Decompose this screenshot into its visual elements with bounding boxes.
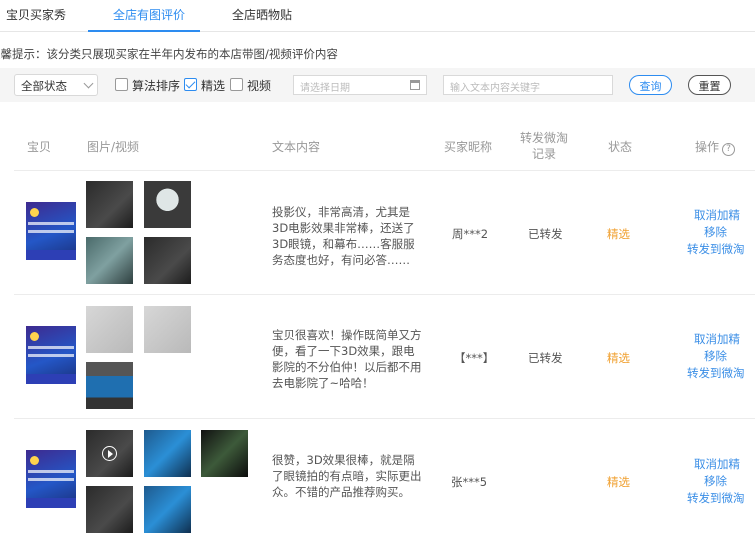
query-button[interactable]: 查询 <box>629 75 672 95</box>
keyword-input[interactable]: 输入文本内容关键字 <box>443 75 613 95</box>
review-text: 宝贝很喜欢！操作既简单又方便，看了一下3D效果，跟电影院的不分伯仲！以后都不用去… <box>272 328 422 390</box>
status-select[interactable]: 全部状态 <box>14 74 98 96</box>
product-thumb-bar <box>28 478 74 481</box>
date-picker-input[interactable]: 请选择日期 <box>293 75 427 95</box>
status-badge: 精选 <box>607 475 630 489</box>
col-header-status: 状态 <box>608 140 633 154</box>
featured-checkbox[interactable] <box>184 78 197 91</box>
col-header-media: 图片/视频 <box>87 140 140 154</box>
buyer-nickname: 【***】 <box>454 351 495 365</box>
algo-sort-checkbox[interactable] <box>115 78 128 91</box>
review-photo[interactable] <box>144 237 191 284</box>
product-thumb-footer <box>26 498 76 508</box>
unfeature-link[interactable]: 取消加精 <box>694 456 740 473</box>
product-thumb-footer <box>26 374 76 384</box>
forward-to-weitao-link[interactable]: 转发到微淘 <box>687 490 745 507</box>
product-thumb-bar <box>28 230 74 233</box>
col-header-forward: 转发微淘 记录 <box>514 130 574 162</box>
review-photo[interactable] <box>144 430 191 477</box>
col-header-text: 文本内容 <box>272 140 321 154</box>
product-thumb-bar <box>28 354 74 357</box>
tab-store-posts[interactable]: 全店晒物贴 <box>232 6 292 23</box>
product-thumb-dot <box>30 332 39 341</box>
video-checkbox[interactable] <box>230 78 243 91</box>
tab-buyer-show[interactable]: 宝贝买家秀 <box>6 6 66 23</box>
col-header-forward-line2: 记录 <box>531 147 556 161</box>
remove-link[interactable]: 移除 <box>704 473 727 490</box>
buyer-nickname: 周***2 <box>452 227 489 241</box>
forward-to-weitao-link[interactable]: 转发到微淘 <box>687 241 745 258</box>
tab-bar: 宝贝买家秀 全店有图评价 全店晒物贴 <box>0 0 755 32</box>
status-badge: 精选 <box>607 227 630 241</box>
col-header-actions-label: 操作 <box>695 140 720 154</box>
tab-store-photo-reviews[interactable]: 全店有图评价 <box>113 6 185 23</box>
forward-record: 已转发 <box>528 351 563 365</box>
review-photo[interactable] <box>86 237 133 284</box>
review-photo[interactable] <box>144 486 191 533</box>
filter-bar: 全部状态 算法排序 精选 视频 请选择日期 输入文本内容关键字 查询 重置 <box>0 68 755 102</box>
row-divider <box>14 418 755 419</box>
review-photo[interactable] <box>86 362 133 409</box>
forward-to-weitao-link[interactable]: 转发到微淘 <box>687 365 745 382</box>
product-thumb-bar <box>28 222 74 225</box>
row-divider <box>14 294 755 295</box>
calendar-icon[interactable] <box>410 80 420 90</box>
product-thumb-bar <box>28 346 74 349</box>
algo-sort-label[interactable]: 算法排序 <box>132 77 180 94</box>
keyword-placeholder: 输入文本内容关键字 <box>450 83 540 94</box>
product-thumb-footer <box>26 250 76 260</box>
review-photo[interactable] <box>144 306 191 353</box>
chevron-down-icon <box>83 78 94 89</box>
tip-text: 温馨提示：该分类只展现买家在半年内发布的本店带图/视频评价内容 <box>0 47 338 61</box>
product-thumbnail[interactable] <box>26 326 76 384</box>
video-label[interactable]: 视频 <box>247 77 271 94</box>
buyer-nickname: 张***5 <box>451 475 488 489</box>
header-divider <box>14 170 755 171</box>
unfeature-link[interactable]: 取消加精 <box>694 331 740 348</box>
review-text: 投影仪，非常高清，尤其是3D电影效果非常棒，还送了3D眼镜，和幕布……客服服务态… <box>272 205 415 267</box>
active-tab-indicator <box>88 30 200 32</box>
remove-link[interactable]: 移除 <box>704 224 727 241</box>
review-photo[interactable] <box>86 181 133 228</box>
product-thumbnail[interactable] <box>26 450 76 508</box>
review-photo[interactable] <box>144 181 191 228</box>
review-photo[interactable] <box>201 430 248 477</box>
review-photo[interactable] <box>86 486 133 533</box>
review-photo[interactable] <box>86 306 133 353</box>
remove-link[interactable]: 移除 <box>704 348 727 365</box>
reset-button[interactable]: 重置 <box>688 75 731 95</box>
featured-label[interactable]: 精选 <box>201 77 225 94</box>
col-header-actions: 操作? <box>695 138 736 156</box>
date-placeholder: 请选择日期 <box>300 83 350 94</box>
status-select-value: 全部状态 <box>21 79 67 93</box>
review-text: 很赞，3D效果很棒，就是隔了眼镜拍的有点暗，实际更出众。不错的产品推荐购买。 <box>272 453 422 499</box>
col-header-buyer: 买家昵称 <box>444 140 493 154</box>
review-video[interactable] <box>86 430 133 477</box>
col-header-product: 宝贝 <box>27 140 52 154</box>
col-header-forward-line1: 转发微淘 <box>519 131 568 145</box>
product-thumbnail[interactable] <box>26 202 76 260</box>
product-thumb-bar <box>28 470 74 473</box>
product-thumb-dot <box>30 456 39 465</box>
help-icon[interactable]: ? <box>722 143 736 156</box>
play-icon[interactable] <box>102 446 117 461</box>
forward-record: 已转发 <box>528 227 563 241</box>
status-badge: 精选 <box>607 351 630 365</box>
product-thumb-dot <box>30 208 39 217</box>
unfeature-link[interactable]: 取消加精 <box>694 207 740 224</box>
